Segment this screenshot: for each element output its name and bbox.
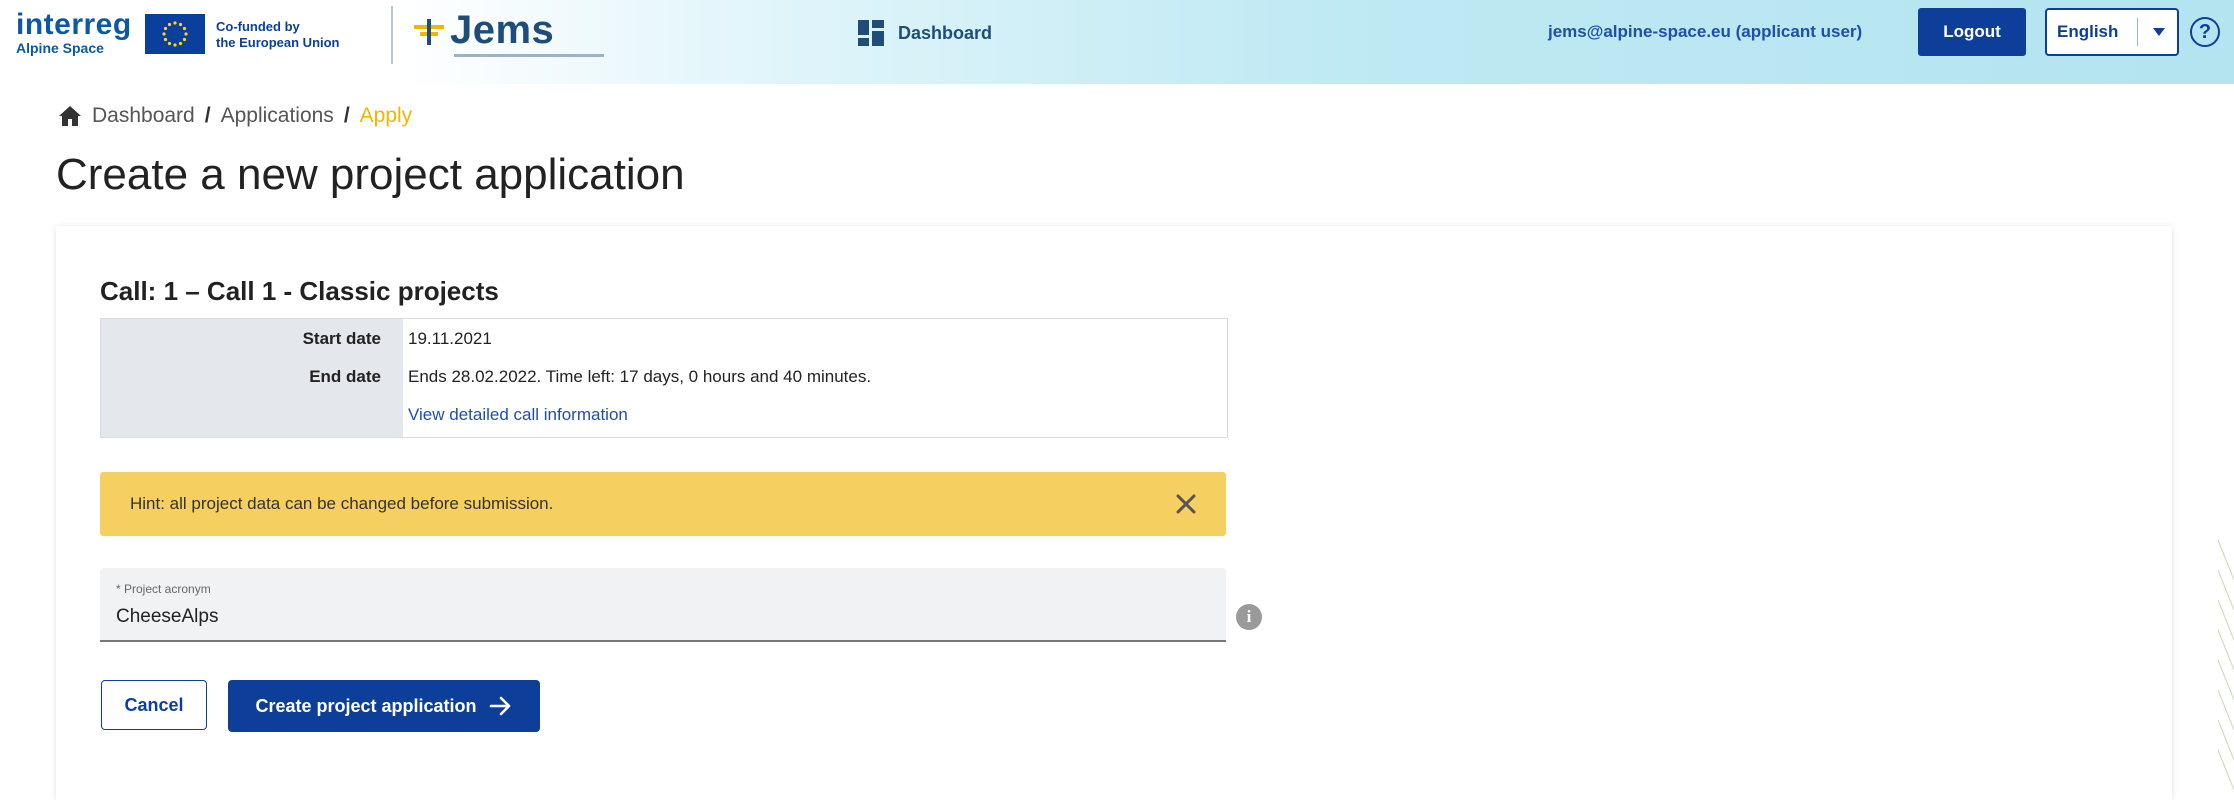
end-date-label: End date [309, 367, 381, 386]
interreg-logo-sub: Alpine Space [16, 40, 104, 56]
logout-button[interactable]: Logout [1918, 8, 2026, 56]
jems-mark-icon [414, 19, 444, 45]
language-select-value: English [2057, 22, 2119, 41]
call-info-table: Start date 19.11.2021 End date Ends 28.0… [100, 318, 1228, 438]
breadcrumb-applications[interactable]: Applications [221, 104, 334, 128]
view-call-details-link[interactable]: View detailed call information [408, 405, 628, 425]
project-acronym-field[interactable]: * Project acronym CheeseAlps [100, 568, 1226, 642]
hint-banner: Hint: all project data can be changed be… [100, 472, 1226, 536]
breadcrumb: Dashboard / Applications / Apply [58, 104, 412, 128]
home-icon[interactable] [58, 104, 82, 128]
call-info-start-row: Start date 19.11.2021 [101, 321, 1227, 357]
breadcrumb-separator: / [204, 104, 211, 127]
nav-dashboard-label: Dashboard [898, 22, 993, 43]
top-header: interreg Alpine Space Co-funded by the E… [0, 0, 2234, 84]
eu-flag-icon [145, 14, 205, 54]
language-select-divider [2137, 18, 2138, 46]
call-info-end-row: End date Ends 28.02.2022. Time left: 17 … [101, 359, 1227, 395]
arrow-right-icon [489, 696, 510, 716]
jems-logo-word: Jems [450, 8, 555, 52]
jems-logo: Jems [414, 8, 604, 57]
decorative-hatching [2218, 540, 2234, 791]
breadcrumb-dashboard[interactable]: Dashboard [92, 104, 195, 128]
cofunded-line-1: Co-funded by [216, 19, 300, 34]
interreg-logo-word: interreg [16, 8, 132, 41]
dashboard-grid-icon [858, 20, 884, 46]
cancel-button[interactable]: Cancel [101, 680, 207, 730]
call-title: Call: 1 – Call 1 - Classic projects [100, 276, 499, 306]
create-project-application-button[interactable]: Create project application [228, 680, 540, 732]
help-circle-icon[interactable]: ? [2190, 17, 2220, 47]
nav-dashboard-link[interactable]: Dashboard [858, 20, 992, 46]
start-date-label: Start date [302, 329, 381, 348]
project-acronym-value[interactable]: CheeseAlps [116, 606, 218, 628]
page-title: Create a new project application [56, 150, 685, 199]
hint-text: Hint: all project data can be changed be… [130, 494, 554, 513]
chevron-down-icon [2153, 28, 2165, 36]
close-icon[interactable] [1172, 490, 1200, 518]
breadcrumb-apply: Apply [359, 104, 413, 127]
create-project-application-label: Create project application [255, 695, 477, 716]
cofunded-line-2: the European Union [216, 35, 340, 50]
cofunded-text: Co-funded by the European Union [216, 19, 340, 51]
info-circle-icon[interactable]: i [1236, 604, 1262, 630]
header-divider [391, 6, 393, 64]
start-date-value: 19.11.2021 [408, 329, 492, 348]
interreg-logo: interreg Alpine Space [16, 8, 132, 56]
language-select[interactable]: English [2045, 8, 2179, 56]
end-date-value: Ends 28.02.2022. Time left: 17 days, 0 h… [408, 367, 872, 386]
breadcrumb-separator: / [343, 104, 350, 127]
project-acronym-label: * Project acronym [116, 582, 211, 596]
user-email: jems@alpine-space.eu (applicant user) [1548, 22, 1863, 41]
call-info-link-row: View detailed call information [101, 397, 1227, 433]
jems-tagline [454, 54, 604, 57]
